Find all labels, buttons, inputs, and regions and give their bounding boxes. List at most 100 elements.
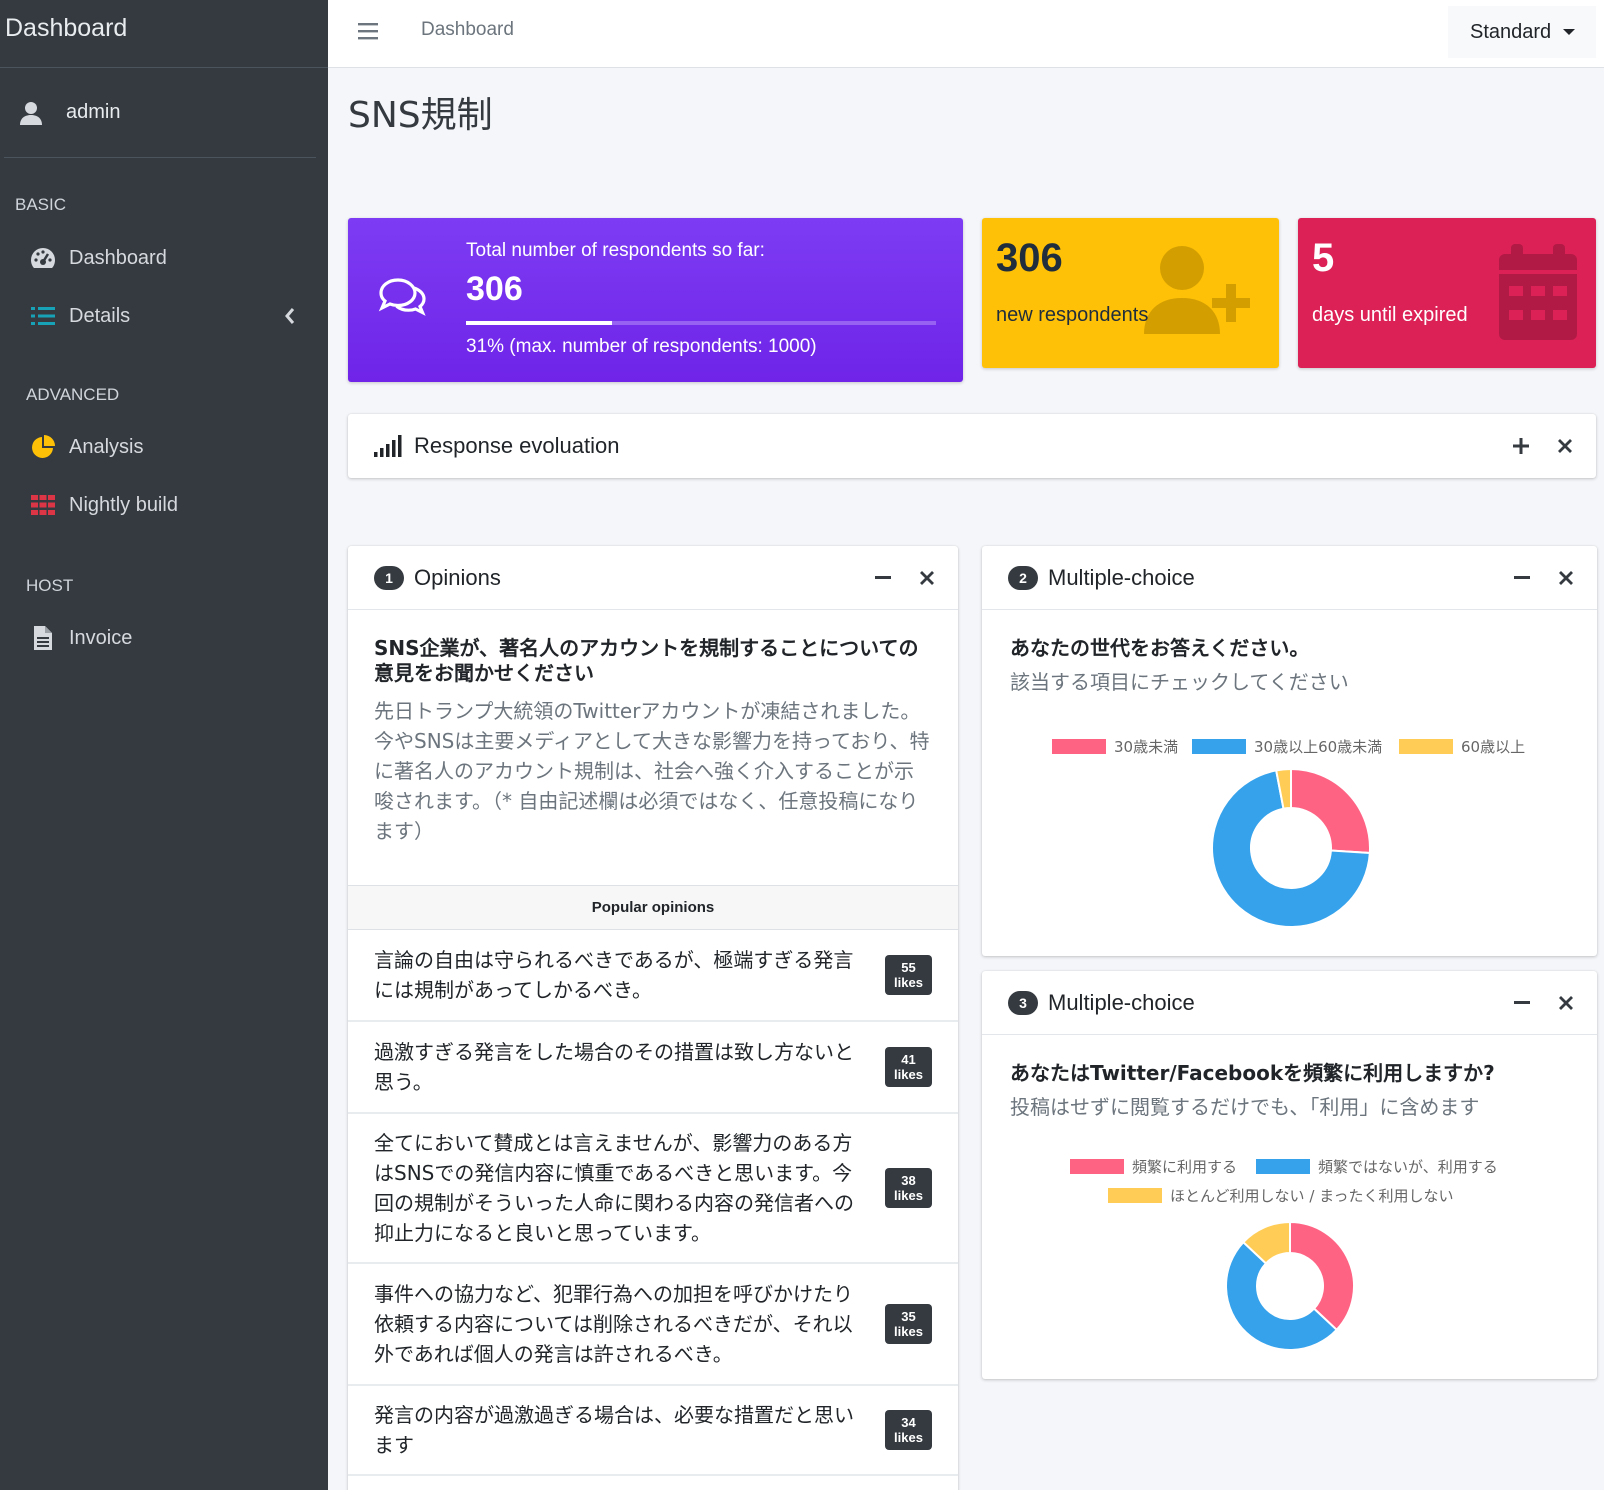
respondents-progress-fill (466, 321, 612, 325)
legend-label: 30歳未満 (1114, 738, 1179, 756)
close-icon (1559, 996, 1573, 1010)
opinion-row[interactable]: 全てにおいて賛成とは言えませんが、影響力のある方はSNSでの発信内容に慎重である… (348, 1114, 958, 1264)
pie-chart-icon (30, 434, 56, 460)
likes-count: 55 (901, 960, 916, 975)
legend-label: 30歳以上60歳未満 (1254, 738, 1383, 756)
likes-label: likes (894, 1430, 923, 1445)
sidebar-item-dashboard[interactable]: Dashboard (0, 229, 328, 287)
expand-button[interactable] (1512, 437, 1530, 455)
opinion-text: 発言の内容が過激過ぎる場合は、必要な措置だと思います (374, 1403, 854, 1457)
collapse-button[interactable] (1513, 569, 1531, 587)
tachometer-icon (30, 245, 56, 271)
sidebar-item-label: Details (69, 304, 131, 327)
close-button[interactable] (1557, 569, 1575, 587)
opinions-question-body: SNS企業が、著名人のアカウントを規制することについての意見をお聞かせください … (348, 610, 958, 886)
opinion-row[interactable]: 過激すぎる発言をした場合のその措置は致し方ないと思う。 41 likes (348, 1022, 958, 1114)
donut-chart (1211, 768, 1371, 928)
collapse-button[interactable] (874, 569, 892, 587)
sidebar-item-label: Analysis (69, 435, 144, 458)
likes-count: 34 (901, 1415, 916, 1430)
legend-item[interactable]: 30歳未満 (1052, 736, 1178, 757)
close-icon (1558, 439, 1572, 453)
response-evolution-header[interactable]: Response evoluation (348, 414, 1596, 478)
response-evolution-title: Response evoluation (414, 433, 620, 458)
legend-item[interactable]: ほとんど利用しない / まったく利用しない (1108, 1185, 1454, 1206)
legend-label: 頻繁に利用する (1132, 1158, 1238, 1176)
response-evolution-card: Response evoluation (348, 414, 1596, 478)
sidebar-item-label: Nightly build (69, 493, 178, 516)
days-until-expired-box: 5 days until expired (1298, 218, 1596, 368)
opinion-text: 事件への協力など、犯罪行為への加担を呼びかけたり依頼する内容については削除される… (374, 1282, 853, 1366)
question-description: 先日トランプ大統領のTwitterアカウントが凍結されました。今やSNSは主要メ… (374, 699, 930, 843)
collapse-button[interactable] (1513, 994, 1531, 1012)
question-title: あなたの世代をお答えください。 (1010, 636, 1310, 660)
popular-opinions-header: Popular opinions (348, 886, 958, 930)
file-icon (30, 625, 56, 651)
multiple-choice-body: あなたはTwitter/Facebookを頻繁に利用しますか? 投稿はせずに閲覧… (982, 1035, 1597, 1122)
multiple-choice-body: あなたの世代をお答えください。 該当する項目にチェックしてください (982, 610, 1597, 697)
legend-label: 頻繁ではないが、利用する (1318, 1158, 1498, 1176)
sidebar-item-invoice[interactable]: Invoice (0, 609, 328, 667)
legend-swatch (1052, 739, 1106, 754)
brand-title[interactable]: Dashboard (0, 0, 328, 68)
legend-item[interactable]: 頻繁に利用する (1070, 1156, 1237, 1177)
user-icon (20, 101, 42, 125)
hamburger-icon[interactable] (358, 22, 378, 40)
opinion-text: 言論の自由は守られるべきであるが、極端すぎる発言には規制があってしかるべき。 (374, 948, 854, 1002)
minus-icon (1514, 576, 1530, 579)
question-hint: 投稿はせずに閲覧するだけでも、「利用」に含めます (1010, 1095, 1480, 1119)
multiple-choice-title: Multiple-choice (1048, 564, 1195, 590)
breadcrumb[interactable]: Dashboard (421, 19, 514, 41)
signal-bars-icon (374, 435, 402, 457)
respondents-progress-text: 31% (max. number of respondents: 1000) (466, 336, 817, 357)
minus-icon (875, 576, 891, 579)
nav-header-advanced: ADVANCED (26, 385, 120, 404)
sidebar-item-details[interactable]: Details (0, 287, 328, 345)
multiple-choice-title: Multiple-choice (1048, 989, 1195, 1015)
opinion-row[interactable]: 言論の自由は守られるべきであるが、極端すぎる発言には規制があってしかるべき。 55… (348, 930, 958, 1022)
nav-header-basic: BASIC (15, 195, 67, 214)
likes-count: 38 (901, 1173, 916, 1188)
total-respondents-value: 306 (466, 270, 523, 308)
likes-count: 35 (901, 1309, 916, 1324)
sidebar-item-label: Invoice (69, 626, 133, 649)
question-hint: 該当する項目にチェックしてください (1010, 670, 1349, 694)
donut-slice[interactable] (1290, 768, 1371, 855)
legend-label: 60歳以上 (1461, 738, 1526, 756)
question-number-badge: 2 (1008, 565, 1038, 590)
likes-badge: 55 likes (885, 955, 932, 995)
legend-item[interactable]: 60歳以上 (1399, 736, 1525, 757)
opinion-row[interactable]: 事件への協力など、犯罪行為への加担を呼びかけたり依頼する内容については削除される… (348, 1264, 958, 1386)
comments-icon (378, 278, 426, 316)
sidebar-item-nightly-build[interactable]: Nightly build (0, 476, 328, 534)
sidebar-item-analysis[interactable]: Analysis (0, 418, 328, 476)
donut-chart (1225, 1221, 1355, 1351)
chevron-left-icon[interactable] (283, 306, 297, 326)
opinions-card: 1 Opinions SNS企業が、著名人のアカウントを規制することについての意… (348, 546, 958, 1490)
likes-label: likes (894, 1324, 923, 1339)
close-button[interactable] (918, 569, 936, 587)
likes-label: likes (894, 1067, 923, 1082)
mode-dropdown[interactable]: Standard (1448, 6, 1596, 58)
close-button[interactable] (1557, 994, 1575, 1012)
grid-icon (30, 492, 56, 518)
sidebar-item-label: Dashboard (69, 246, 167, 269)
legend-swatch (1399, 739, 1453, 754)
legend-item[interactable]: 30歳以上60歳未満 (1192, 736, 1382, 757)
caret-down-icon (1563, 29, 1576, 35)
page-title: SNS規制 (348, 95, 493, 136)
legend-label: ほとんど利用しない / まったく利用しない (1170, 1187, 1454, 1205)
calendar-icon (1499, 244, 1577, 340)
legend-item[interactable]: 頻繁ではないが、利用する (1256, 1156, 1498, 1177)
mode-dropdown-label: Standard (1470, 20, 1552, 43)
opinion-text: 過激すぎる発言をした場合のその措置は致し方ないと思う。 (374, 1040, 854, 1094)
user-name: admin (66, 101, 121, 123)
close-icon (920, 571, 934, 585)
likes-label: likes (894, 1188, 923, 1203)
opinion-row[interactable]: 発言の内容が過激過ぎる場合は、必要な措置だと思います 34 likes (348, 1386, 958, 1476)
user-panel[interactable]: admin (4, 68, 316, 158)
close-button[interactable] (1556, 437, 1574, 455)
close-icon (1559, 571, 1573, 585)
donut-slice[interactable] (1289, 1221, 1355, 1332)
plus-icon (1513, 438, 1529, 454)
